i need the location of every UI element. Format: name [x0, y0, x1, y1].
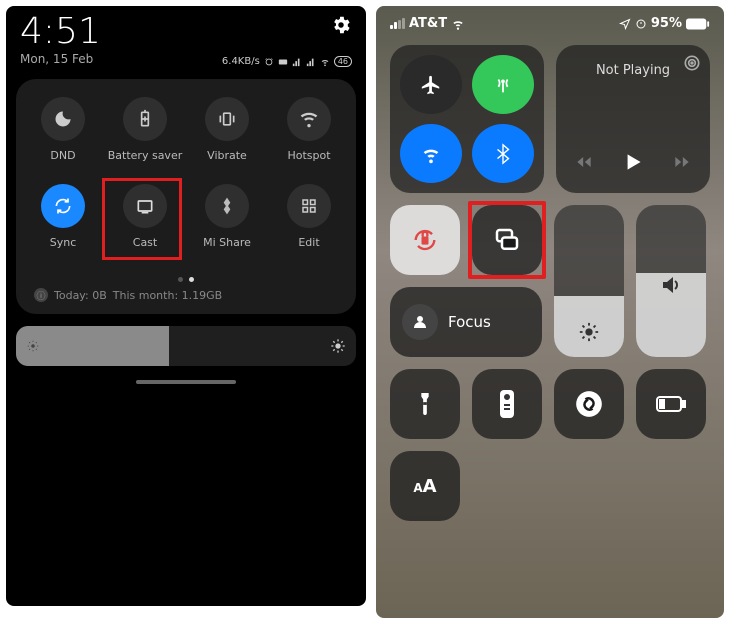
antenna-icon [492, 74, 514, 96]
text-size-icon: AA [413, 476, 436, 497]
orientation-lock-button[interactable] [390, 205, 460, 275]
highlight-marker [102, 178, 182, 260]
flashlight-icon [414, 391, 436, 417]
play-icon[interactable] [620, 149, 646, 175]
remote-button[interactable] [472, 369, 542, 439]
tile-hotspot[interactable]: Hotspot [268, 97, 350, 162]
tile-mishare[interactable]: Mi Share [186, 184, 268, 249]
focus-button[interactable]: Focus [390, 287, 542, 357]
battery-pill: 46 [334, 56, 352, 67]
android-quick-panel: DND Battery saver Vibrate Hotspot Sync [16, 79, 356, 314]
tile-battery-saver[interactable]: Battery saver [104, 97, 186, 162]
cellular-toggle[interactable] [472, 55, 534, 114]
location-icon [619, 18, 631, 30]
tile-edit[interactable]: Edit [268, 184, 350, 249]
android-phone: 4:51 Mon, 15 Feb 6.4KB/s 46 DND Battery … [6, 6, 366, 606]
signal-icon [292, 57, 302, 67]
sun-low-icon [26, 339, 40, 353]
mishare-icon [217, 196, 237, 216]
focus-label: Focus [448, 313, 491, 331]
network-speed: 6.4KB/s [222, 56, 260, 67]
screen-mirroring-button[interactable] [472, 205, 542, 275]
alarm-icon [264, 57, 274, 67]
highlight-marker [468, 201, 546, 279]
signal-icon [390, 19, 405, 29]
battery-icon [686, 18, 710, 30]
info-icon: ⓘ [34, 288, 48, 302]
wifi-icon [320, 57, 330, 67]
moon-icon [53, 109, 73, 129]
next-track-icon[interactable] [672, 152, 692, 172]
battery-percent: 95% [651, 16, 682, 31]
flashlight-button[interactable] [390, 369, 460, 439]
remote-icon [500, 390, 514, 418]
person-icon [411, 313, 429, 331]
text-size-button[interactable]: AA [390, 451, 460, 521]
page-indicator[interactable] [22, 277, 350, 282]
home-indicator[interactable] [136, 380, 236, 384]
tile-cast[interactable]: Cast [104, 184, 186, 249]
airplane-toggle[interactable] [400, 55, 462, 114]
battery-icon [656, 396, 686, 412]
settings-button[interactable] [330, 14, 352, 40]
shazam-icon [575, 390, 603, 418]
volume-slider[interactable] [636, 205, 706, 357]
bluetooth-icon [492, 143, 514, 165]
sun-high-icon [330, 338, 346, 354]
battery-plus-icon [135, 109, 155, 129]
wifi-icon [420, 143, 442, 165]
airplay-icon[interactable] [682, 53, 702, 73]
tile-vibrate[interactable]: Vibrate [186, 97, 268, 162]
brightness-slider[interactable] [16, 326, 356, 366]
ios-status-bar: AT&T 95% [376, 6, 724, 31]
media-card[interactable]: Not Playing [556, 45, 710, 193]
airplane-icon [420, 74, 442, 96]
vibrate-icon [217, 109, 237, 129]
signal-icon [306, 57, 316, 67]
tile-dnd[interactable]: DND [22, 97, 104, 162]
brightness-slider[interactable] [554, 205, 624, 357]
low-power-button[interactable] [636, 369, 706, 439]
data-usage[interactable]: ⓘ Today: 0B This month: 1.19GB [34, 288, 338, 302]
wifi-toggle[interactable] [400, 124, 462, 183]
media-title: Not Playing [596, 63, 670, 78]
rotation-lock-icon [635, 18, 647, 30]
grid-icon [300, 197, 318, 215]
hotspot-icon [299, 109, 319, 129]
clock-date: Mon, 15 Feb [20, 52, 101, 66]
tile-sync[interactable]: Sync [22, 184, 104, 249]
connectivity-card [390, 45, 544, 193]
shazam-button[interactable] [554, 369, 624, 439]
volume-icon [659, 273, 683, 297]
carrier-label: AT&T [409, 16, 447, 31]
wifi-icon [451, 17, 465, 31]
sync-icon [53, 196, 73, 216]
clock-time: 4:51 [20, 14, 101, 50]
prev-track-icon[interactable] [574, 152, 594, 172]
bluetooth-toggle[interactable] [472, 124, 534, 183]
volte-icon [278, 57, 288, 67]
ios-control-center: AT&T 95% Not Playing [376, 6, 724, 618]
gear-icon [330, 14, 352, 36]
lock-rotation-icon [411, 226, 439, 254]
sun-icon [578, 321, 600, 343]
